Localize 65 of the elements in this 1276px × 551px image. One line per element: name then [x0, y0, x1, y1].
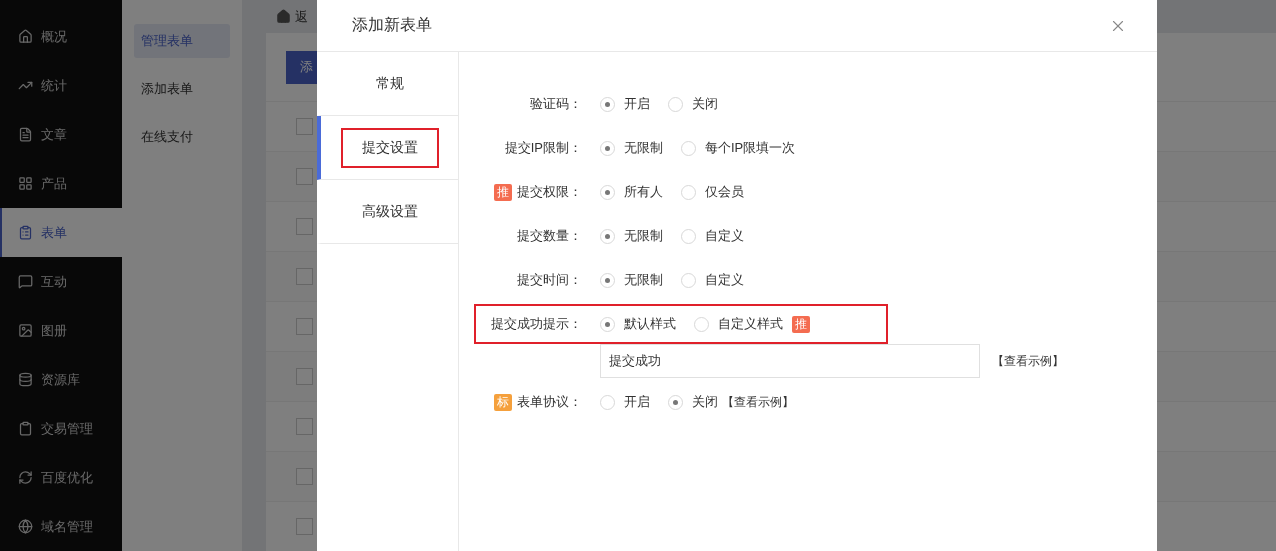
- radio-option[interactable]: 自定义样式 推: [694, 315, 810, 333]
- row-checkbox[interactable]: [296, 468, 313, 485]
- example-link[interactable]: 【查看示例】: [722, 393, 794, 411]
- radio-option[interactable]: 开启: [600, 95, 650, 113]
- subnav-item[interactable]: 添加表单: [134, 72, 230, 106]
- radio-option[interactable]: 所有人: [600, 183, 663, 201]
- subnav-item[interactable]: 在线支付: [134, 120, 230, 154]
- sidebar-item[interactable]: 统计: [0, 61, 122, 110]
- nav-icon: [18, 29, 33, 44]
- sidebar-item[interactable]: 文章: [0, 110, 122, 159]
- nav-icon: [18, 225, 33, 240]
- nav-icon: [18, 274, 33, 289]
- sidebar-item[interactable]: 产品: [0, 159, 122, 208]
- row-checkbox[interactable]: [296, 118, 313, 135]
- nav-icon: [18, 127, 33, 142]
- row-checkbox[interactable]: [296, 268, 313, 285]
- tab[interactable]: 提交设置: [317, 116, 458, 180]
- sidebar-item[interactable]: 图册: [0, 306, 122, 355]
- field-label: 提交数量：: [517, 227, 582, 245]
- home-icon: [276, 9, 291, 24]
- row-checkbox[interactable]: [296, 418, 313, 435]
- example-link[interactable]: 【查看示例】: [992, 352, 1064, 370]
- dialog-title: 添加新表单: [352, 15, 432, 35]
- radio-option[interactable]: 关闭: [668, 95, 718, 113]
- row-checkbox[interactable]: [296, 368, 313, 385]
- sidebar-item[interactable]: 百度优化: [0, 453, 122, 502]
- radio-option[interactable]: 无限制: [600, 271, 663, 289]
- sidebar-item[interactable]: 概况: [0, 12, 122, 61]
- field-label: 验证码：: [530, 95, 582, 113]
- row-checkbox[interactable]: [296, 318, 313, 335]
- radio-option[interactable]: 自定义: [681, 271, 744, 289]
- row-checkbox[interactable]: [296, 168, 313, 185]
- nav-icon: [18, 372, 33, 387]
- badge: 标: [494, 393, 512, 411]
- field-label: 提交时间：: [517, 271, 582, 289]
- radio-option[interactable]: 无限制: [600, 227, 663, 245]
- radio-option[interactable]: 仅会员: [681, 183, 744, 201]
- sidebar-item[interactable]: 互动: [0, 257, 122, 306]
- input-field[interactable]: 提交成功: [600, 344, 980, 378]
- nav-icon: [18, 519, 33, 534]
- badge: 推: [494, 183, 512, 201]
- field-label: 提交成功提示：: [491, 315, 582, 333]
- nav-icon: [18, 421, 33, 436]
- radio-option[interactable]: 默认样式: [600, 315, 676, 333]
- field-label: 提交权限：: [517, 183, 582, 201]
- radio-option[interactable]: 关闭: [668, 393, 718, 411]
- row-checkbox[interactable]: [296, 518, 313, 535]
- nav-icon: [18, 176, 33, 191]
- field-label: 提交IP限制：: [504, 139, 582, 157]
- badge: 推: [792, 315, 810, 333]
- radio-option[interactable]: 每个IP限填一次: [681, 139, 796, 157]
- sidebar-item[interactable]: 交易管理: [0, 404, 122, 453]
- field-label: 表单协议：: [517, 393, 582, 411]
- radio-option[interactable]: 自定义: [681, 227, 744, 245]
- sidebar-item[interactable]: 域名管理: [0, 502, 122, 551]
- nav-icon: [18, 323, 33, 338]
- radio-option[interactable]: 开启: [600, 393, 650, 411]
- tab-label: 高级设置: [360, 201, 419, 221]
- radio-option[interactable]: 无限制: [600, 139, 663, 157]
- sidebar-item[interactable]: 资源库: [0, 355, 122, 404]
- tab-label: 提交设置: [340, 127, 439, 168]
- nav-icon: [18, 470, 33, 485]
- back-link[interactable]: 返: [295, 7, 308, 26]
- row-checkbox[interactable]: [296, 218, 313, 235]
- tab-label: 常规: [374, 73, 405, 93]
